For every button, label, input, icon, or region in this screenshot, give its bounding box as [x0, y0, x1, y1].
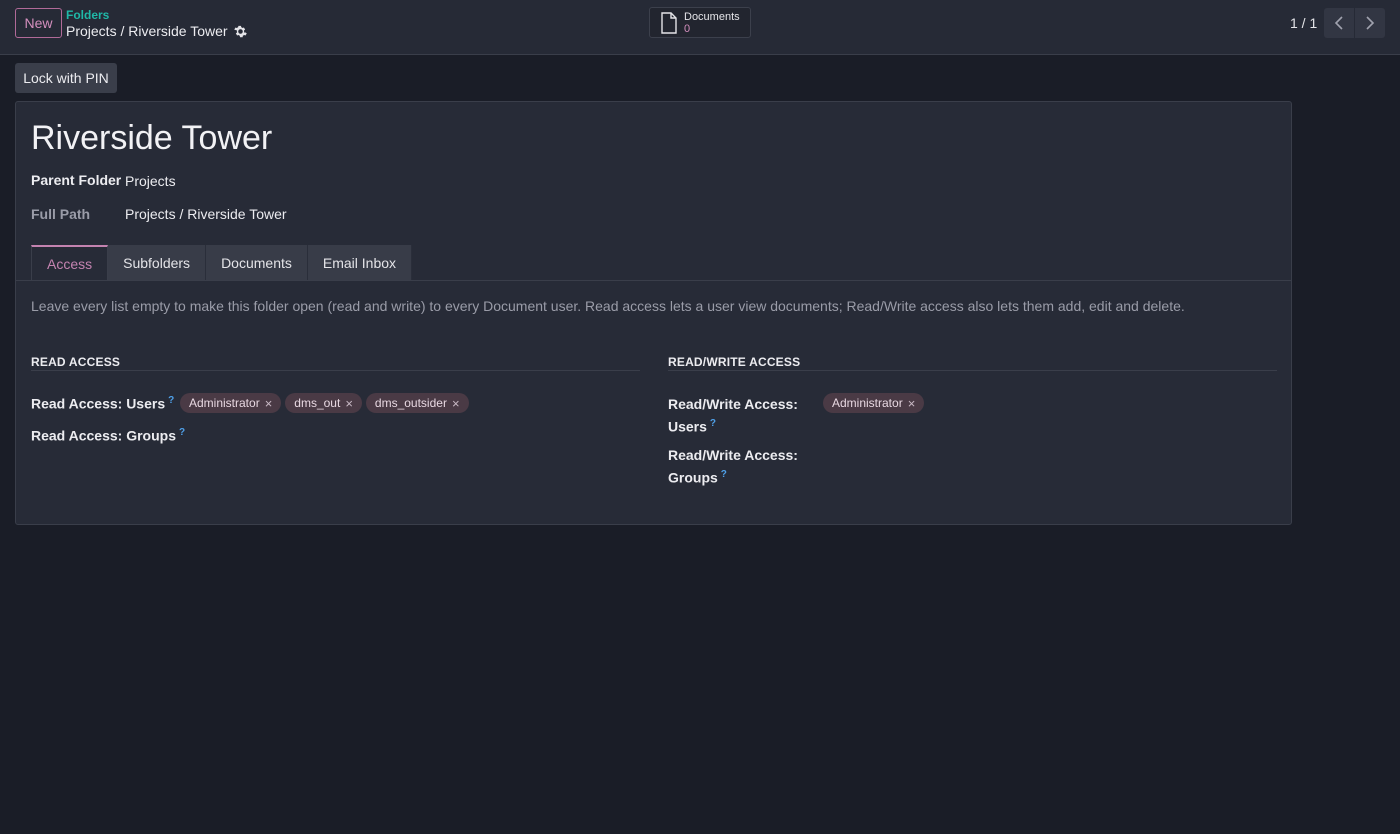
documents-smart-label: Documents [684, 10, 740, 23]
remove-tag-icon[interactable]: × [908, 397, 916, 410]
read-groups-label: Read Access: Groups? [31, 427, 185, 444]
write-users-label-line2: Users [668, 418, 707, 435]
tag-dms-outsider: dms_outsider × [365, 393, 469, 413]
help-tooltip-icon[interactable]: ? [710, 418, 716, 429]
tab-documents[interactable]: Documents [206, 245, 308, 281]
pager-value[interactable]: 1 / 1 [1290, 15, 1317, 31]
form-sheet: Riverside Tower Parent Folder Projects F… [15, 101, 1292, 525]
write-groups-label: Read/Write Access: Groups? [668, 446, 798, 488]
remove-tag-icon[interactable]: × [452, 397, 460, 410]
write-access-group-title: READ/WRITE ACCESS [668, 355, 801, 369]
notebook-tabs: Access Subfolders Documents Email Inbox [31, 245, 413, 281]
parent-folder-label: Parent Folder [31, 172, 122, 188]
control-panel: New Folders Projects / Riverside Tower D… [0, 0, 1400, 55]
tag-administrator: Administrator × [823, 393, 925, 413]
help-tooltip-icon[interactable]: ? [721, 469, 727, 480]
read-users-label: Read Access: Users? [31, 395, 174, 412]
breadcrumb-current-label: Projects / Riverside Tower [66, 23, 228, 39]
pager-previous-button[interactable] [1324, 8, 1354, 38]
pager-next-button[interactable] [1355, 8, 1385, 38]
documents-smart-count: 0 [684, 22, 691, 35]
documents-smart-button[interactable]: Documents 0 [649, 7, 751, 38]
tag-dms-out: dms_out × [285, 393, 362, 413]
chevron-left-icon [1334, 16, 1343, 30]
read-users-label-text: Read Access: Users [31, 395, 166, 412]
write-users-label: Read/Write Access: Users? [668, 395, 798, 437]
tab-email-inbox[interactable]: Email Inbox [307, 245, 413, 281]
tag-label: dms_out [294, 396, 341, 410]
read-groups-label-text: Read Access: Groups [31, 427, 176, 444]
record-title[interactable]: Riverside Tower [31, 119, 272, 158]
tab-access[interactable]: Access [31, 245, 109, 281]
remove-tag-icon[interactable]: × [345, 397, 353, 410]
read-access-group-title: READ ACCESS [31, 355, 121, 369]
write-users-label-line1: Read/Write Access: [668, 396, 798, 412]
tabs-divider [16, 280, 1291, 281]
read-access-divider [31, 370, 640, 371]
write-users-tags[interactable]: Administrator × [823, 393, 928, 413]
read-users-tags[interactable]: Administrator × dms_out × dms_outsider × [180, 393, 473, 413]
parent-folder-value[interactable]: Projects [125, 173, 176, 189]
help-tooltip-icon[interactable]: ? [179, 427, 185, 438]
lock-with-pin-button[interactable]: Lock with PIN [15, 63, 117, 93]
tag-administrator: Administrator × [180, 393, 282, 413]
remove-tag-icon[interactable]: × [265, 397, 273, 410]
tag-label: dms_outsider [374, 396, 447, 410]
write-groups-label-line1: Read/Write Access: [668, 447, 798, 463]
access-help-text: Leave every list empty to make this fold… [31, 298, 1185, 314]
breadcrumb-current: Projects / Riverside Tower [66, 23, 247, 39]
tab-subfolders[interactable]: Subfolders [108, 245, 207, 281]
write-groups-label-line2: Groups [668, 469, 718, 486]
breadcrumb-folders-link[interactable]: Folders [66, 8, 109, 22]
tag-label: Administrator [189, 396, 260, 410]
full-path-value: Projects / Riverside Tower [125, 206, 287, 222]
full-path-label: Full Path [31, 206, 91, 222]
write-access-divider [668, 370, 1277, 371]
help-tooltip-icon[interactable]: ? [168, 395, 174, 406]
document-icon [660, 11, 678, 34]
chevron-right-icon [1366, 16, 1375, 30]
gear-icon[interactable] [233, 25, 247, 38]
tag-label: Administrator [832, 396, 903, 410]
new-button[interactable]: New [15, 8, 62, 38]
